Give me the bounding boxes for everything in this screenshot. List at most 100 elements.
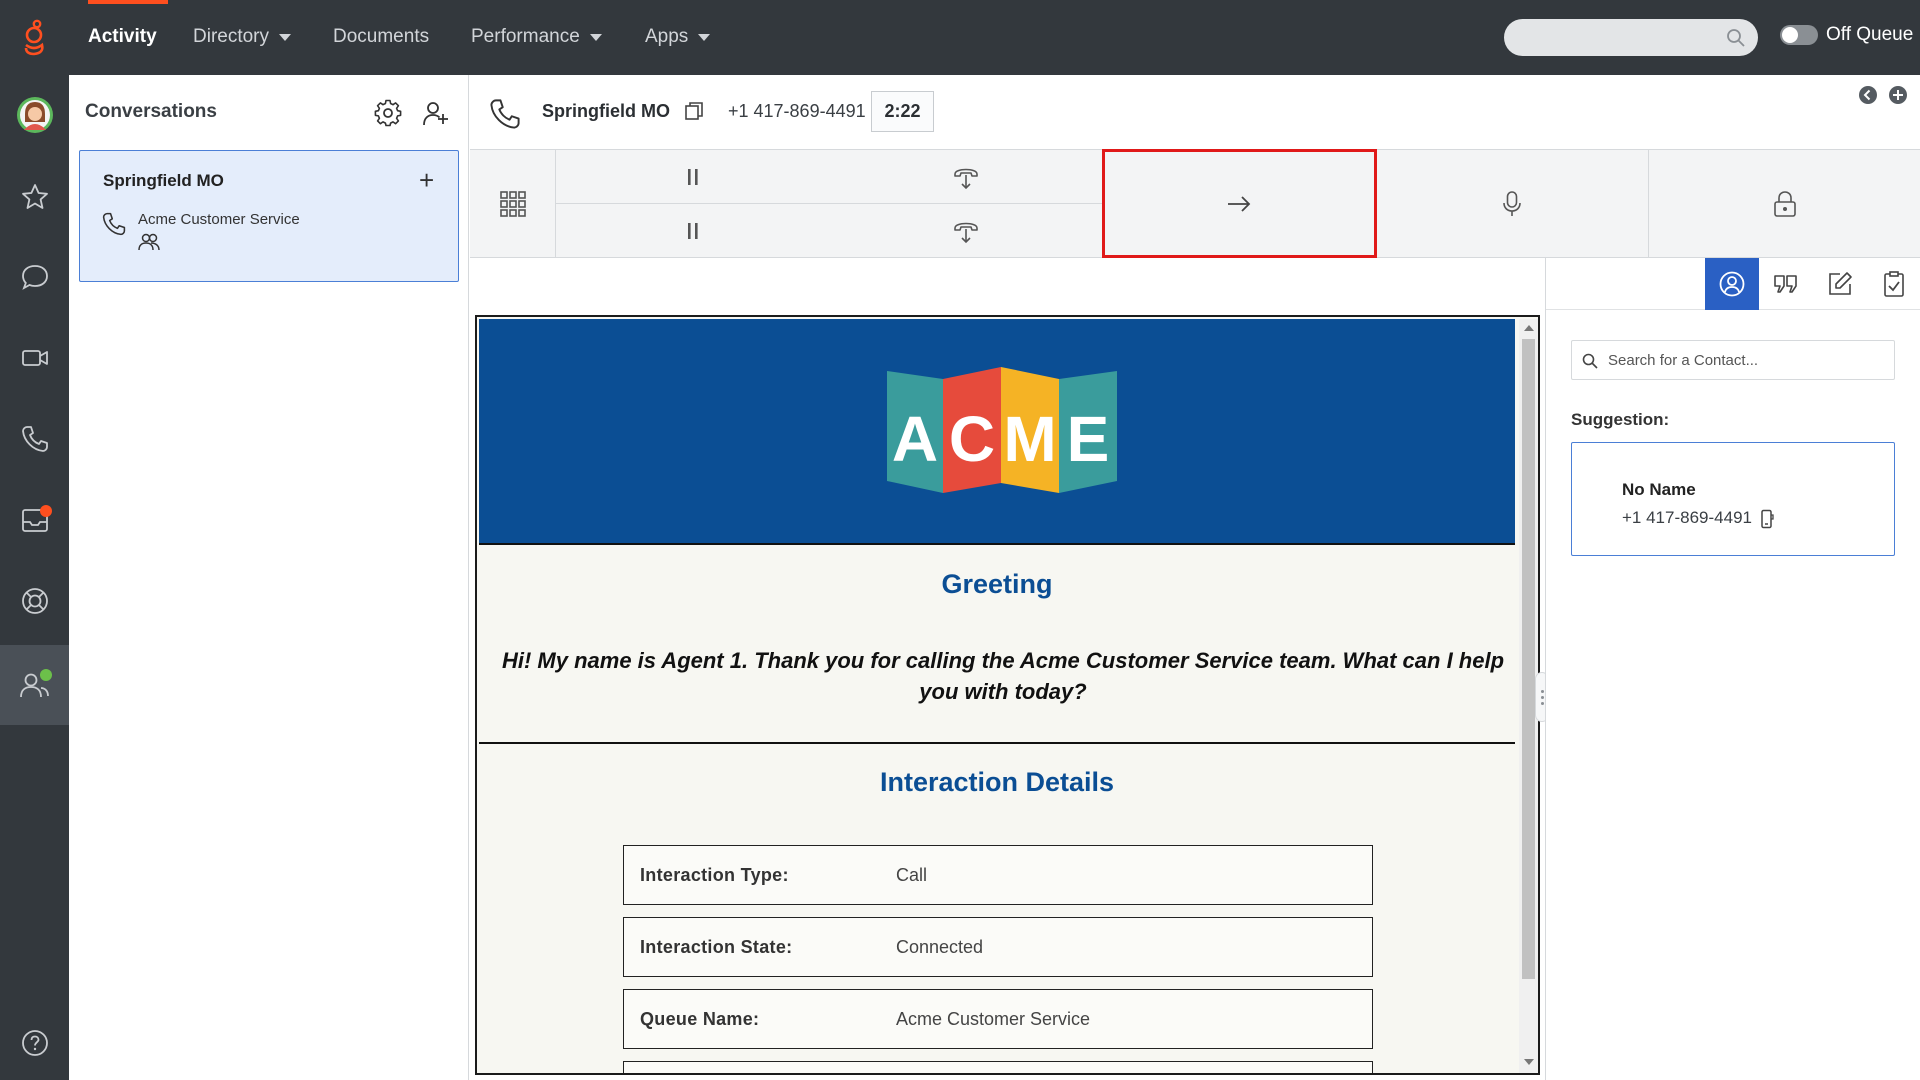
detail-label: Queue Name: [640, 1009, 760, 1029]
detail-value: Connected [896, 937, 984, 957]
rail-video[interactable] [0, 318, 69, 398]
logo-letter: A [892, 403, 938, 475]
conversation-card[interactable]: Springfield MO + Acme Customer Service [79, 150, 459, 282]
tab-notes[interactable] [1813, 258, 1867, 310]
conversations-title: Conversations [85, 101, 217, 122]
secure-pause-button[interactable] [1649, 150, 1920, 257]
queue-status-label: Off Queue [1826, 24, 1914, 45]
chevron-down-icon [698, 33, 711, 41]
rail-agent-status[interactable] [0, 645, 69, 725]
acme-banner: A C M E [479, 319, 1515, 545]
chat-bubble-icon [20, 262, 50, 292]
hold-button-secondary[interactable] [556, 203, 830, 257]
dialpad-icon [499, 190, 527, 218]
collapse-panel-icon[interactable] [1858, 85, 1878, 105]
conversation-queue: Acme Customer Service [138, 211, 300, 228]
consult-transfer-icon [951, 216, 981, 246]
hold-button[interactable] [556, 150, 830, 204]
queue-toggle[interactable] [1780, 25, 1818, 45]
rail-profile[interactable] [0, 75, 69, 155]
detail-value: Acme Customer Service [896, 1009, 1091, 1029]
avatar [16, 96, 54, 134]
nav-apps-label: Apps [645, 26, 689, 47]
grip-dot [1541, 696, 1544, 699]
grip-dot [1541, 702, 1544, 705]
add-panel-icon[interactable] [1888, 85, 1908, 105]
detail-label: Interaction State: [640, 937, 793, 957]
hold-icon [685, 221, 701, 241]
active-nav-indicator [88, 0, 168, 4]
nav-performance-label: Performance [471, 26, 580, 47]
detail-value: Call [896, 865, 928, 885]
call-controls-toolbar [470, 149, 1920, 258]
rail-help-center[interactable] [0, 561, 69, 641]
call-number: +1 417-869-4491 [728, 101, 866, 121]
copy-icon[interactable] [683, 100, 705, 122]
transfer-button[interactable] [1102, 149, 1377, 258]
hold-icon [685, 167, 701, 187]
tab-scripts[interactable] [1759, 258, 1813, 310]
star-icon [20, 182, 50, 212]
add-participant-icon[interactable] [422, 99, 450, 127]
nav-directory[interactable]: Directory [193, 24, 292, 50]
rail-chat[interactable] [0, 237, 69, 317]
gear-icon[interactable] [374, 99, 402, 127]
scroll-up-icon[interactable] [1524, 325, 1534, 331]
phone-icon [488, 97, 522, 131]
rail-favorites[interactable] [0, 157, 69, 237]
global-search-input[interactable] [1504, 19, 1758, 56]
detail-label: Interaction Type: [640, 865, 789, 885]
logo-letter: E [1067, 403, 1110, 475]
mute-button[interactable] [1376, 150, 1649, 257]
contact-search-field[interactable] [1571, 340, 1895, 380]
suggestion-label: Suggestion: [1571, 410, 1670, 429]
nav-directory-label: Directory [193, 26, 270, 47]
logo-letter: C [949, 403, 995, 475]
genesys-logo-icon[interactable] [22, 18, 48, 56]
conversations-panel: Conversations Springfield MO + Acme Cust… [69, 75, 469, 1080]
mobile-phone-icon [1760, 509, 1774, 529]
consult-button[interactable] [830, 150, 1103, 204]
greeting-text: Hi! My name is Agent 1. Thank you for ca… [501, 648, 1505, 704]
user-circle-icon [1718, 270, 1746, 298]
detail-row: Interaction Type: Call [623, 845, 1373, 905]
left-sidebar [0, 75, 69, 1080]
detail-row: Queue Name: Acme Customer Service [623, 989, 1373, 1049]
section-divider [479, 742, 1515, 744]
greeting-heading: Greeting [941, 569, 1053, 599]
scroll-down-icon[interactable] [1524, 1059, 1534, 1065]
nav-activity-label: Activity [88, 26, 157, 47]
chevron-down-icon [279, 33, 292, 41]
rail-inbox[interactable] [0, 480, 69, 560]
dialpad-button[interactable] [470, 150, 556, 257]
suggestion-name: No Name [1622, 480, 1696, 499]
microphone-icon [1500, 189, 1524, 219]
rail-phone[interactable] [0, 399, 69, 479]
help-icon [20, 1028, 50, 1058]
nav-documents[interactable]: Documents [333, 24, 429, 50]
call-title: Springfield MO [542, 101, 670, 121]
call-header: Springfield MO +1 417-869-4491 2:22 [470, 75, 1920, 150]
edit-icon [1826, 270, 1854, 298]
consult-button-secondary[interactable] [830, 203, 1103, 257]
search-icon [1726, 28, 1746, 48]
suggestion-card[interactable]: No Name +1 417-869-4491 [1571, 442, 1895, 556]
toggle-knob [1782, 27, 1798, 43]
phone-icon [101, 211, 127, 237]
tab-contact[interactable] [1705, 258, 1759, 310]
status-dot [40, 669, 52, 681]
video-camera-icon [20, 343, 50, 373]
script-frame: A C M E Greeting Hi! My name is Agent 1.… [475, 315, 1540, 1075]
rail-help[interactable] [0, 1005, 69, 1080]
interaction-details-heading: Interaction Details [879, 767, 1115, 797]
tab-wrapup[interactable] [1867, 258, 1920, 310]
nav-activity[interactable]: Activity [88, 24, 157, 50]
nav-apps[interactable]: Apps [645, 24, 711, 50]
group-icon [138, 232, 160, 252]
logo-letter: M [1003, 403, 1056, 475]
plus-icon[interactable]: + [419, 167, 434, 193]
contact-search-input[interactable] [1608, 341, 1888, 379]
scroll-thumb[interactable] [1522, 339, 1535, 979]
nav-performance[interactable]: Performance [471, 24, 602, 50]
phone-icon [20, 424, 50, 454]
